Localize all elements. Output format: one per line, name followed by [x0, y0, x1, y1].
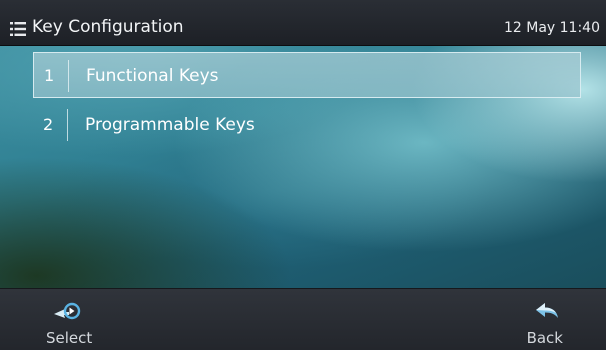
select-softkey[interactable]: Select [25, 289, 115, 350]
phone-screen: Key Configuration 12 May 11:40 1 Functio… [0, 0, 606, 350]
back-softkey[interactable]: Back [493, 289, 583, 350]
back-arrow-icon [533, 301, 561, 321]
menu-item-number: 1 [44, 66, 55, 85]
menu-item-label: Functional Keys [86, 66, 219, 86]
page-title: Key Configuration [32, 17, 184, 37]
menu-item-label: Programmable Keys [85, 115, 255, 135]
menu-list: 1 Functional Keys 2 Programmable Keys [33, 52, 581, 152]
softkey-bar: Select Back [0, 288, 606, 350]
select-arrow-icon [53, 301, 81, 321]
menu-item-divider [67, 109, 68, 141]
list-menu-icon [10, 21, 26, 36]
back-softkey-label: Back [526, 329, 563, 347]
menu-item-number: 2 [43, 115, 54, 134]
select-softkey-label: Select [46, 329, 93, 347]
date-time-display: 12 May 11:40 [503, 20, 600, 36]
menu-item-divider [68, 60, 69, 92]
title-bar: Key Configuration 12 May 11:40 [0, 0, 606, 46]
menu-item-programmable-keys[interactable]: 2 Programmable Keys [33, 102, 581, 148]
menu-item-functional-keys[interactable]: 1 Functional Keys [33, 52, 581, 98]
